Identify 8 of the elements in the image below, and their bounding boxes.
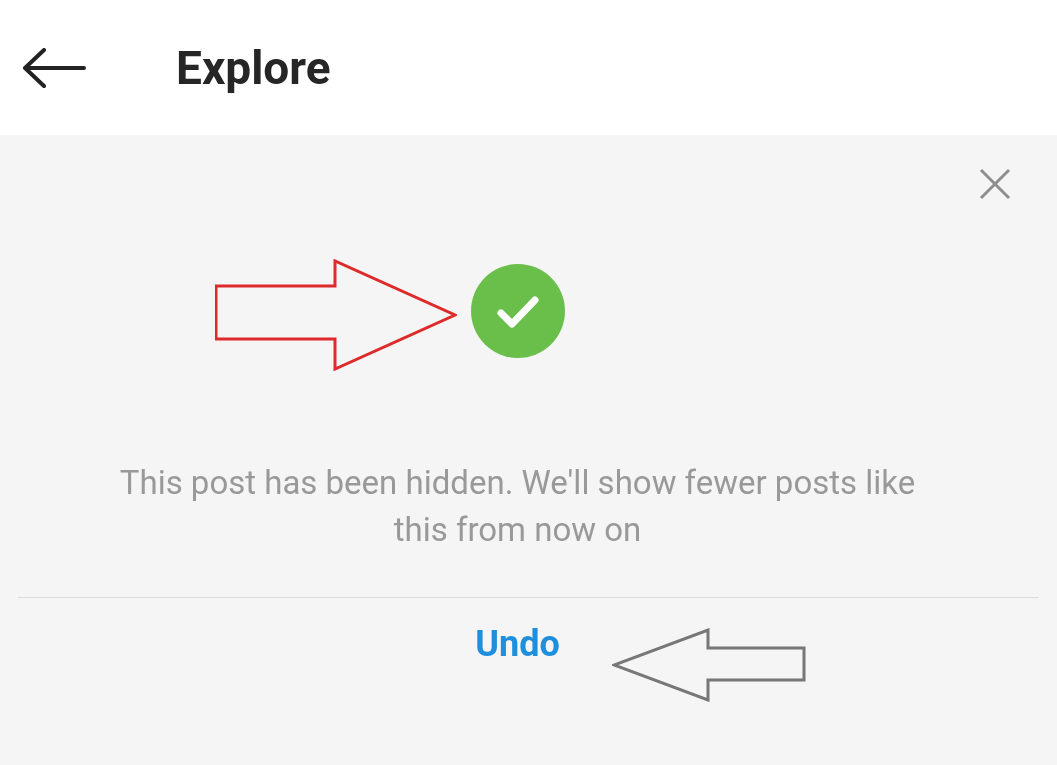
annotation-arrow-icon — [612, 628, 806, 702]
hidden-post-message: This post has been hidden. We'll show fewer posts like this from now on — [118, 462, 917, 551]
annotation-arrow-icon — [215, 259, 457, 371]
back-arrow-icon[interactable] — [22, 47, 86, 88]
page-title: Explore — [176, 44, 331, 91]
checkmark-icon — [469, 263, 566, 359]
undo-button[interactable]: Undo — [475, 626, 560, 662]
close-icon[interactable] — [979, 168, 1011, 200]
